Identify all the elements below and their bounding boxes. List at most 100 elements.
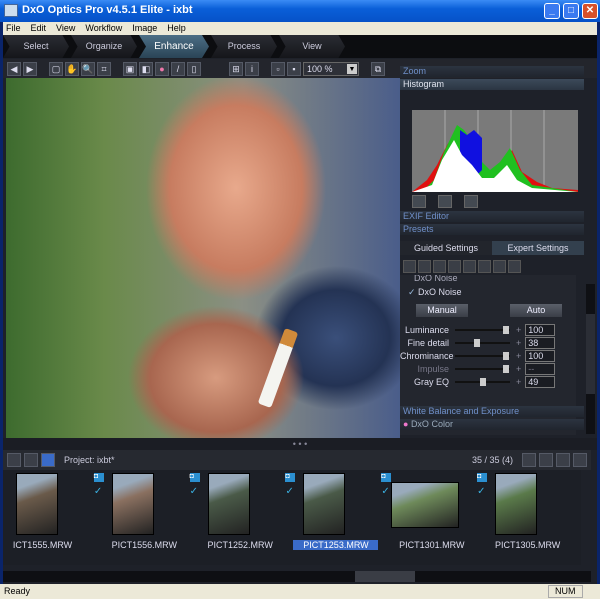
splitter[interactable]: • • • [3,438,597,450]
project-icon[interactable] [24,453,38,467]
slider-value[interactable]: 100 [525,349,556,362]
open-icon[interactable] [7,453,21,467]
noise-toggle[interactable]: ✓ DxO Noise [400,283,576,301]
histogram-highlights-icon[interactable] [464,195,478,208]
thumbnail-image[interactable] [495,473,538,535]
maximize-button[interactable]: □ [563,3,579,19]
thumbnail-item[interactable]: ◘ ✓ PICT1253.MRW [285,470,389,565]
slider-track[interactable] [455,351,510,360]
thumbnail-item[interactable]: ◘ ✓ PICT1252.MRW [189,470,294,565]
slider-knob[interactable] [502,351,509,360]
scrollbar-thumb[interactable] [355,571,415,582]
straighten-icon[interactable]: / [171,61,185,76]
thumbnail-image[interactable] [391,482,460,528]
tab-view[interactable]: View [279,35,345,58]
presets-section[interactable]: Presets [400,224,584,235]
chevron-down-icon[interactable]: ▼ [347,63,357,74]
contrast-icon[interactable] [448,260,461,273]
grid-view-icon[interactable] [539,453,553,467]
split-view-icon[interactable]: ◧ [139,61,153,76]
reset-icon[interactable]: + [516,364,521,374]
crop-icon[interactable] [508,260,521,273]
minimize-button[interactable]: _ [544,3,560,19]
grid-icon[interactable]: ⊞ [229,61,243,76]
compare-icon[interactable]: ▣ [123,61,137,76]
zoom-select[interactable]: 100 % ▼ [303,61,359,76]
fullscreen-icon[interactable]: ⧉ [371,61,385,76]
slider-value[interactable]: 100 [525,323,556,336]
tab-expert-settings[interactable]: Expert Settings [492,241,584,255]
reset-icon[interactable]: + [516,325,521,335]
menu-file[interactable]: File [6,22,21,35]
slider-knob[interactable] [479,377,486,386]
list-view-icon[interactable] [522,453,536,467]
tab-process[interactable]: Process [211,35,277,58]
reset-icon[interactable]: + [516,338,521,348]
reset-icon[interactable]: + [516,377,521,387]
vignetting-icon[interactable] [478,260,491,273]
auto-button[interactable]: Auto [510,304,562,317]
slider-track[interactable] [455,377,510,386]
save-icon[interactable] [41,453,55,467]
actual-size-icon[interactable]: ▪ [287,61,301,76]
image-preview[interactable] [6,78,400,438]
thumbnail-item[interactable]: ◘ ✓ PICT1301.MRW [381,470,485,565]
dxo-color-section[interactable]: ● DxO Color [400,419,584,430]
slider-value[interactable]: 38 [525,336,556,349]
slider-track[interactable] [455,364,510,373]
slider-value[interactable]: 49 [525,375,556,388]
histogram-shadows-icon[interactable] [412,195,426,208]
fit-icon[interactable]: ▫ [271,61,285,76]
slider-value[interactable]: -- [525,362,556,375]
tab-organize[interactable]: Organize [71,35,137,58]
thumbnail-image[interactable] [303,473,346,535]
select-tool-icon[interactable]: ▢ [49,61,63,76]
thumbnail-image[interactable] [16,473,58,535]
color-wheel-icon[interactable] [463,260,476,273]
slider-knob[interactable] [474,338,480,347]
slider-track[interactable] [455,325,510,334]
reset-icon[interactable]: + [516,351,521,361]
num-lock-indicator: NUM [548,585,583,598]
mask-icon[interactable]: ▯ [187,61,201,76]
zoom-section[interactable]: Zoom [400,66,584,77]
histogram-section[interactable]: Histogram [400,79,584,90]
filmstrip-scrollbar[interactable] [3,571,591,582]
color-picker-icon[interactable]: ● [155,61,169,76]
manual-button[interactable]: Manual [416,304,468,317]
white-balance-section[interactable]: White Balance and Exposure [400,406,584,417]
slider-knob[interactable] [502,364,509,373]
tab-enhance[interactable]: Enhance [139,35,209,58]
noise-icon[interactable] [433,260,446,273]
menu-help[interactable]: Help [167,22,186,35]
scrollbar-thumb[interactable] [586,314,595,394]
thumbnail-item[interactable]: ◘ ✓ PICT1556.MRW [93,470,198,565]
tab-select[interactable]: Select [3,35,69,58]
histogram-midtones-icon[interactable] [438,195,452,208]
thumbnail-image[interactable] [207,473,250,535]
menu-edit[interactable]: Edit [31,22,47,35]
panel-scrollbar[interactable] [586,284,595,434]
thumbnail-item[interactable]: ◘ ✓ PICT1305.MRW [477,470,581,565]
menu-view[interactable]: View [56,22,75,35]
slider-knob[interactable] [502,325,509,334]
dual-view-icon[interactable] [573,453,587,467]
single-view-icon[interactable] [556,453,570,467]
close-button[interactable]: ✕ [582,3,598,19]
distortion-icon[interactable] [493,260,506,273]
crop-tool-icon[interactable]: ⌗ [97,61,111,76]
forward-icon[interactable]: ▶ [23,61,37,76]
thumbnail-image[interactable] [111,473,154,535]
slider-track[interactable] [455,338,510,347]
menu-image[interactable]: Image [132,22,157,35]
info-icon[interactable]: i [245,61,259,76]
exposure-icon[interactable] [403,260,416,273]
thumbnail-item[interactable]: ICT1555.MRW [6,470,102,565]
back-icon[interactable]: ◀ [7,61,21,76]
hand-tool-icon[interactable]: ✋ [65,61,79,76]
exif-editor-section[interactable]: EXIF Editor [400,211,584,222]
menu-workflow[interactable]: Workflow [85,22,122,35]
zoom-tool-icon[interactable]: 🔍 [81,61,95,76]
tab-guided-settings[interactable]: Guided Settings [400,241,492,255]
white-balance-icon[interactable] [418,260,431,273]
